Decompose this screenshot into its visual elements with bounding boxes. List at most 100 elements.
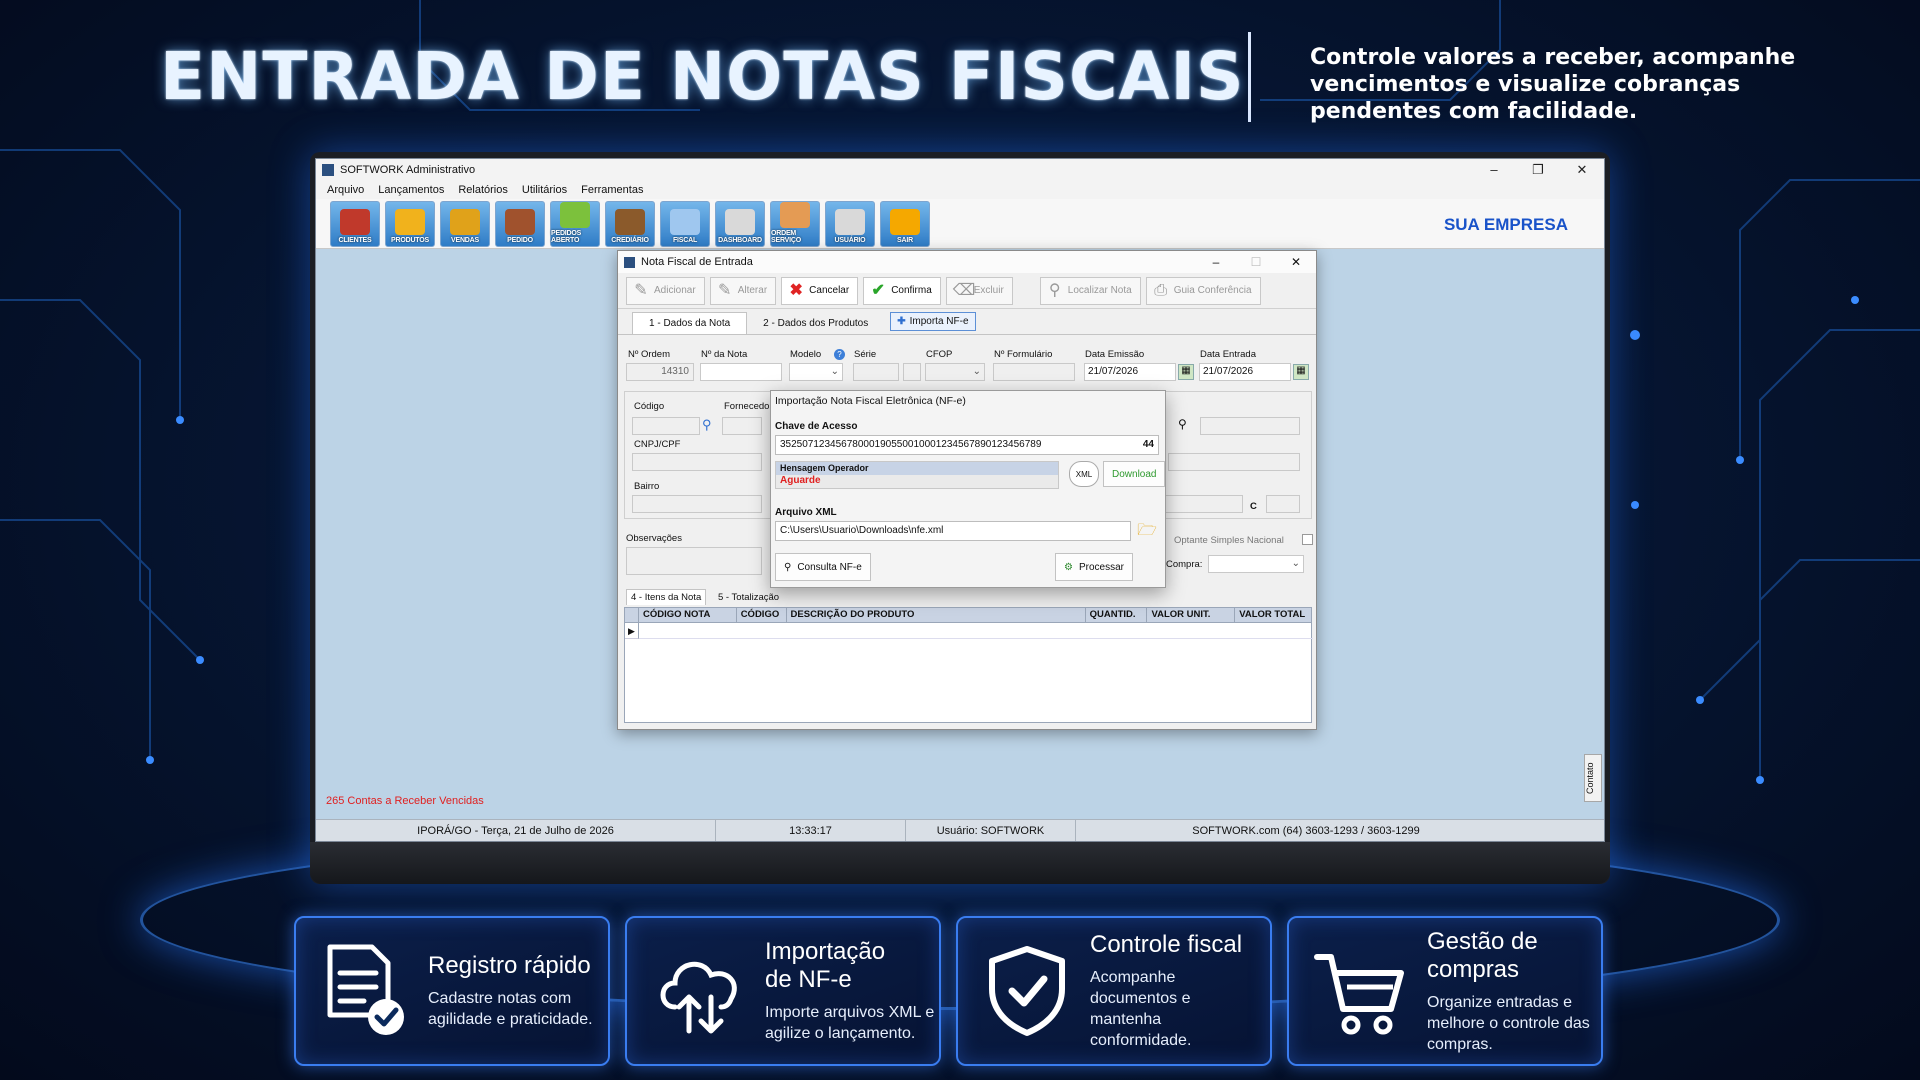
toolbar-sair-button[interactable]: SAIR <box>880 200 930 247</box>
card-description: Organize entradas e melhore o controle d… <box>1427 993 1590 1053</box>
toolbar-ordem-servico-button[interactable]: ORDEM SERVIÇO <box>770 200 820 247</box>
consulta-nfe-button[interactable]: ⚲ Consulta NF-e <box>775 553 871 581</box>
menu-relatorios[interactable]: Relatórios <box>458 184 508 196</box>
plus-icon: ✚ <box>897 316 906 327</box>
overdue-alert[interactable]: 265 Contas a Receber Vencidas <box>326 795 484 807</box>
contato-tab[interactable]: Contato <box>1584 754 1602 802</box>
toolbar-produtos-button[interactable]: PRODUTOS <box>385 200 435 247</box>
dashboard-icon <box>725 208 755 235</box>
menu-arquivo[interactable]: Arquivo <box>327 184 364 196</box>
chave-acesso-field[interactable]: 3525071234567800019055001000123456789012… <box>775 435 1159 455</box>
toolbar-fiscal-button[interactable]: FISCAL <box>660 200 710 247</box>
guia-conferencia-button[interactable]: ⎙ Guia Conferência <box>1145 276 1261 305</box>
help-icon[interactable]: ? <box>834 349 845 360</box>
observacoes-label: Observações <box>626 533 682 544</box>
search-icon[interactable]: ⚲ <box>702 417 712 433</box>
processar-button[interactable]: ⚙ Processar <box>1055 553 1133 581</box>
tab-dados-produtos[interactable]: 2 - Dados dos Produtos <box>747 313 884 334</box>
calendar-icon[interactable]: ▦ <box>1293 364 1309 380</box>
import-title: Importação Nota Fiscal Eletrônica (NF-e) <box>775 395 966 407</box>
col-valor-unit[interactable]: VALOR UNIT. <box>1147 608 1236 622</box>
ie-field[interactable] <box>1168 453 1300 471</box>
table-row[interactable] <box>639 623 1313 639</box>
formulario-field[interactable] <box>993 363 1075 381</box>
cloud-upload-icon <box>660 961 737 1034</box>
dialog-maximize-icon[interactable]: ☐ <box>1236 255 1276 269</box>
xml-cloud-icon[interactable]: XML <box>1069 461 1099 487</box>
adicionar-button[interactable]: ✎ Adicionar <box>626 276 705 305</box>
card-description: Cadastre notas com agilidade e praticida… <box>428 990 593 1028</box>
ordem-field[interactable]: 14310 <box>626 363 694 381</box>
menu-lancamentos[interactable]: Lançamentos <box>378 184 444 196</box>
chave-length: 44 <box>1142 439 1154 450</box>
toolbar-crediario-button[interactable]: CREDIÁRIO <box>605 200 655 247</box>
tab-totalizacao[interactable]: 5 - Totalização <box>718 592 779 603</box>
download-button[interactable]: Download <box>1103 461 1166 487</box>
observacoes-field[interactable] <box>626 547 762 575</box>
confirma-button[interactable]: ✔ Confirma <box>863 276 941 305</box>
emissao-field[interactable]: 21/07/2026 <box>1084 363 1176 381</box>
subserie-field[interactable] <box>903 363 921 381</box>
search-icon[interactable]: ⚲ <box>1178 417 1187 431</box>
tab-itens-nota[interactable]: 4 - Itens da Nota <box>626 589 707 605</box>
folder-open-icon[interactable]: 🗁 <box>1137 521 1157 541</box>
dialog-tabs: 1 - Dados da Nota 2 - Dados dos Produtos… <box>618 309 1316 335</box>
excluir-button[interactable]: ⌫ Excluir <box>945 276 1013 305</box>
dialog-close-icon[interactable]: ✕ <box>1276 255 1316 269</box>
modelo-select[interactable]: ⌄ <box>789 363 843 381</box>
alterar-button[interactable]: ✎ Alterar <box>709 276 777 305</box>
bairro-field[interactable] <box>632 495 762 513</box>
fornecedor-field[interactable] <box>722 417 762 435</box>
cfop-label: CFOP <box>926 349 953 360</box>
cancelar-button[interactable]: ✖ Cancelar <box>781 276 859 305</box>
row-pointer-icon: ▶ <box>625 623 639 639</box>
serie-field[interactable] <box>853 363 899 381</box>
nota-field[interactable] <box>700 363 782 381</box>
restore-icon[interactable]: ❐ <box>1516 162 1560 178</box>
calendar-icon[interactable]: ▦ <box>1178 364 1194 380</box>
feature-card-compras: Gestão de compras Organize entradas e me… <box>1287 916 1603 1066</box>
entrada-label: Data Entrada <box>1200 349 1256 360</box>
fornecedor-extra-field[interactable] <box>1200 417 1300 435</box>
toolbar-dashboard-button[interactable]: DASHBOARD <box>715 200 765 247</box>
toolbar-usuario-button[interactable]: USUÁRIO <box>825 200 875 247</box>
col-descricao[interactable]: DESCRIÇÃO DO PRODUTO <box>787 608 1086 622</box>
close-icon[interactable]: ✕ <box>1560 162 1604 178</box>
toolbar-vendas-button[interactable]: VENDAS <box>440 200 490 247</box>
toolbar-clientes-button[interactable]: CLIENTES <box>330 200 380 247</box>
importa-nfe-button[interactable]: ✚ Importa NF-e <box>890 312 976 331</box>
menu-ferramentas[interactable]: Ferramentas <box>581 184 643 196</box>
status-contact: SOFTWORK.com (64) 3603-1293 / 3603-1299 <box>1192 824 1420 837</box>
menu-utilitarios[interactable]: Utilitários <box>522 184 567 196</box>
uf-field[interactable] <box>1266 495 1300 513</box>
col-quantidade[interactable]: QUANTID. <box>1086 608 1148 622</box>
mensagem-label: Hensagem Operador <box>776 462 1058 475</box>
entrada-field[interactable]: 21/07/2026 <box>1199 363 1291 381</box>
minimize-icon[interactable]: – <box>1472 162 1516 178</box>
feature-card-controle: Controle fiscal Acompanhe documentos e m… <box>956 916 1272 1066</box>
cfop-select[interactable]: ⌄ <box>925 363 985 381</box>
simples-checkbox[interactable] <box>1302 534 1313 545</box>
localizar-nota-button[interactable]: ⚲ Localizar Nota <box>1039 276 1141 305</box>
items-grid-body[interactable]: ▶ <box>624 623 1313 723</box>
col-valor-total[interactable]: VALOR TOTAL <box>1235 608 1311 622</box>
dialog-minimize-icon[interactable]: – <box>1196 255 1236 269</box>
col-codigo[interactable]: CÓDIGO <box>737 608 787 622</box>
codigo-field[interactable] <box>632 417 700 435</box>
tab-dados-nota[interactable]: 1 - Dados da Nota <box>632 312 748 334</box>
col-codigo-nota[interactable]: CÓDIGO NOTA <box>639 608 737 622</box>
toolbar-pedidos-aberto-button[interactable]: PEDIDOS ABERTO <box>550 200 600 247</box>
dialog-title: Nota Fiscal de Entrada <box>641 256 753 268</box>
toolbar-pedido-button[interactable]: PEDIDO <box>495 200 545 247</box>
trash-icon: ⌫ <box>952 281 976 299</box>
add-icon: ✎ <box>634 281 648 299</box>
card-title: Importação de NF-e <box>765 938 886 993</box>
cnpj-field[interactable] <box>632 453 762 471</box>
compra-select[interactable]: ⌄ <box>1208 555 1304 573</box>
clientes-icon <box>340 208 370 235</box>
shield-check-icon <box>989 946 1065 1036</box>
status-location-date: IPORÁ/GO - Terça, 21 de Julho de 2026 <box>316 820 716 841</box>
status-time: 13:33:17 <box>716 820 906 841</box>
arquivo-xml-field[interactable]: C:\Users\Usuario\Downloads\nfe.xml <box>775 521 1131 541</box>
card-description: Acompanhe documentos e mantenha conformi… <box>1090 969 1192 1049</box>
